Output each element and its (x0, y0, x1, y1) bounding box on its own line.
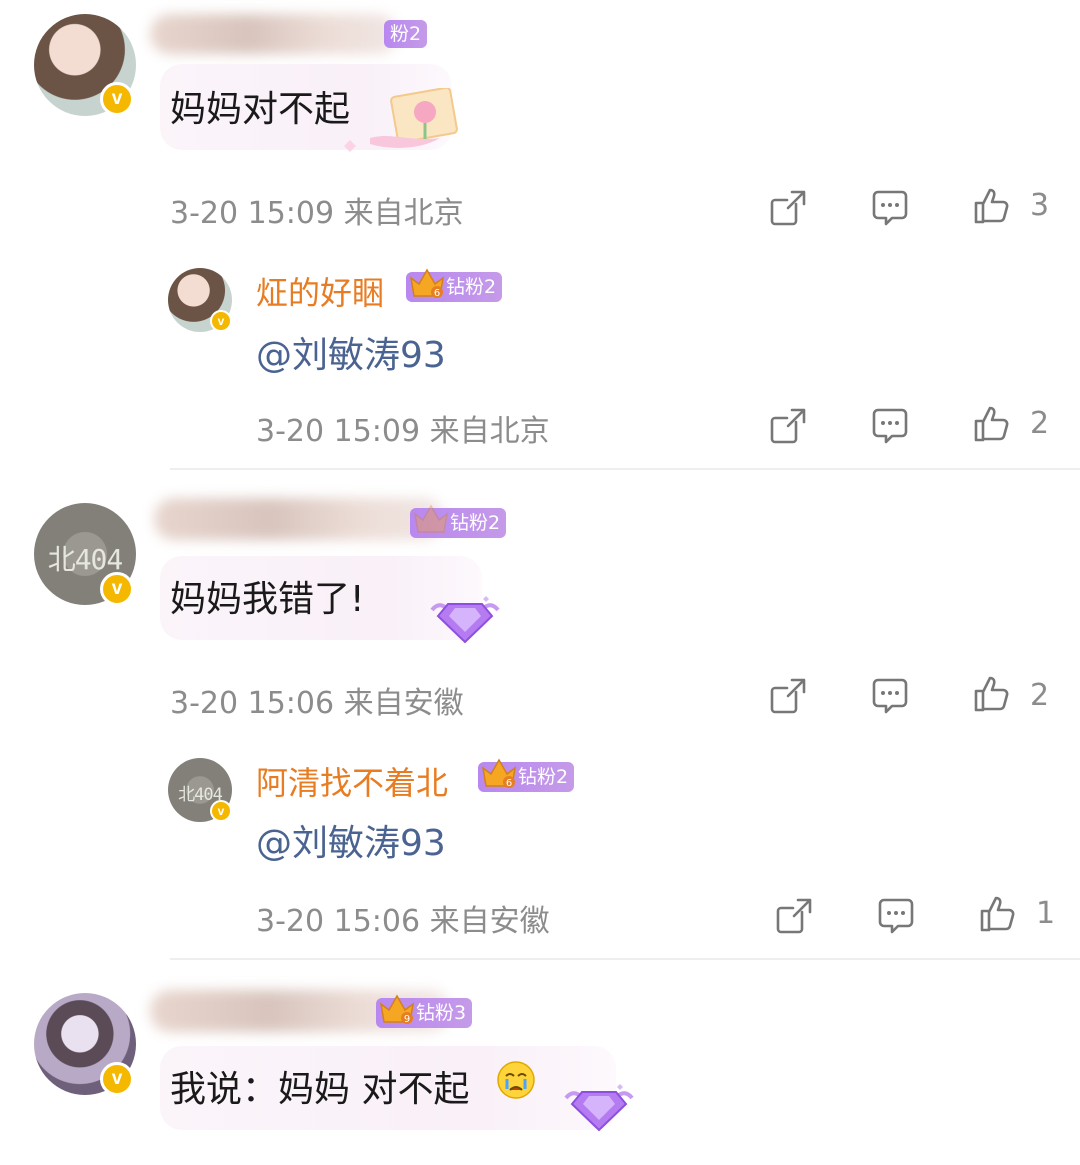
divider (170, 468, 1080, 470)
fan-badge[interactable]: 粉2 (384, 20, 428, 48)
divider (170, 958, 1080, 960)
share-icon[interactable] (768, 406, 808, 446)
username-blurred[interactable] (154, 498, 444, 540)
svg-text:6: 6 (506, 778, 512, 789)
gem-icon (564, 1084, 634, 1132)
verified-icon: v (210, 800, 232, 822)
verified-icon: v (100, 1062, 134, 1096)
share-icon[interactable] (774, 896, 814, 936)
fan-badge[interactable]: 6 钻粉2 (406, 268, 503, 302)
crown-icon: 9 (379, 994, 415, 1025)
comment-icon[interactable] (876, 896, 916, 936)
like-count: 3 (1030, 188, 1050, 223)
like-icon[interactable] (972, 186, 1012, 226)
comment-icon[interactable] (870, 188, 910, 228)
crown-icon: 6 (409, 268, 445, 299)
like-icon[interactable] (978, 894, 1018, 934)
comment-text: 我说：妈妈 对不起 (170, 1069, 470, 1110)
tulip-sticker-icon (344, 88, 458, 152)
reply-time: 3-20 15:09 来自北京 (256, 414, 550, 449)
crying-emoji-icon (497, 1061, 535, 1099)
reply-username[interactable]: 阿清找不着北 (256, 758, 448, 804)
share-icon[interactable] (768, 676, 808, 716)
comment-icon[interactable] (870, 406, 910, 446)
fan-badge[interactable]: 6 钻粉2 (410, 504, 507, 538)
comment-text: 妈妈对不起 (170, 89, 351, 130)
like-count: 2 (1030, 406, 1050, 441)
reply-mention-link[interactable]: @刘敏涛93 (256, 326, 446, 378)
like-icon[interactable] (972, 404, 1012, 444)
reply-mention-link[interactable]: @刘敏涛93 (256, 814, 446, 866)
comment-time: 3-20 15:09 来自北京 (170, 196, 464, 231)
verified-icon: v (100, 82, 134, 116)
gem-icon (430, 596, 500, 644)
verified-icon: v (210, 310, 232, 332)
fan-badge[interactable]: 6 钻粉2 (478, 758, 575, 792)
crown-icon: 6 (413, 504, 449, 533)
like-count: 2 (1030, 678, 1050, 713)
username-blurred[interactable] (150, 14, 398, 54)
like-count: 1 (1036, 896, 1056, 931)
comment-time: 3-20 15:06 来自安徽 (170, 686, 464, 721)
fan-badge[interactable]: 9 钻粉3 (376, 994, 473, 1028)
svg-text:9: 9 (404, 1014, 410, 1025)
comment-text: 妈妈我错了! (170, 579, 365, 620)
svg-text:6: 6 (434, 288, 440, 299)
crown-icon: 6 (481, 758, 517, 789)
reply-username[interactable]: 炡的好睏 (256, 268, 384, 314)
verified-icon: v (100, 572, 134, 606)
like-icon[interactable] (972, 674, 1012, 714)
reply-time: 3-20 15:06 来自安徽 (256, 904, 550, 939)
share-icon[interactable] (768, 188, 808, 228)
comment-icon[interactable] (870, 676, 910, 716)
